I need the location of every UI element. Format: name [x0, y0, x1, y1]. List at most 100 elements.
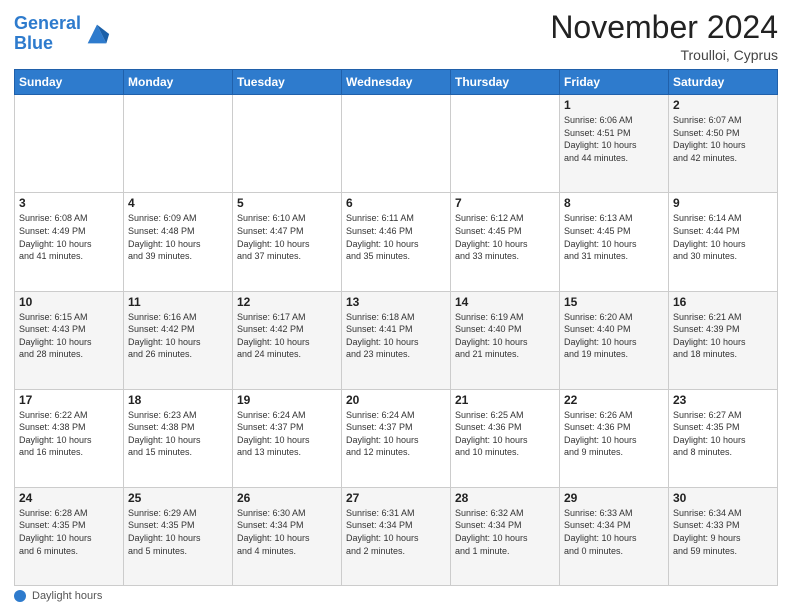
day-cell-1: 1 Sunrise: 6:06 AM Sunset: 4:51 PM Daylig… — [560, 95, 669, 193]
day-number: 25 — [128, 491, 228, 505]
col-header-thursday: Thursday — [451, 70, 560, 95]
day-info: Sunrise: 6:14 AM Sunset: 4:44 PM Dayligh… — [673, 212, 773, 262]
day-info: Sunrise: 6:17 AM Sunset: 4:42 PM Dayligh… — [237, 311, 337, 361]
day-number: 1 — [564, 98, 664, 112]
logo-blue: Blue — [14, 33, 53, 53]
day-number: 5 — [237, 196, 337, 210]
day-info: Sunrise: 6:27 AM Sunset: 4:35 PM Dayligh… — [673, 409, 773, 459]
day-info: Sunrise: 6:10 AM Sunset: 4:47 PM Dayligh… — [237, 212, 337, 262]
day-number: 27 — [346, 491, 446, 505]
day-number: 23 — [673, 393, 773, 407]
col-header-saturday: Saturday — [669, 70, 778, 95]
day-cell-21: 21Sunrise: 6:25 AM Sunset: 4:36 PM Dayli… — [451, 389, 560, 487]
day-info: Sunrise: 6:30 AM Sunset: 4:34 PM Dayligh… — [237, 507, 337, 557]
empty-cell — [124, 95, 233, 193]
month-title: November 2024 — [550, 10, 778, 45]
day-number: 26 — [237, 491, 337, 505]
day-cell-15: 15Sunrise: 6:20 AM Sunset: 4:40 PM Dayli… — [560, 291, 669, 389]
col-header-friday: Friday — [560, 70, 669, 95]
day-number: 3 — [19, 196, 119, 210]
day-cell-20: 20Sunrise: 6:24 AM Sunset: 4:37 PM Dayli… — [342, 389, 451, 487]
col-header-wednesday: Wednesday — [342, 70, 451, 95]
day-info: Sunrise: 6:09 AM Sunset: 4:48 PM Dayligh… — [128, 212, 228, 262]
col-header-sunday: Sunday — [15, 70, 124, 95]
empty-cell — [233, 95, 342, 193]
day-info: Sunrise: 6:26 AM Sunset: 4:36 PM Dayligh… — [564, 409, 664, 459]
day-number: 24 — [19, 491, 119, 505]
day-number: 6 — [346, 196, 446, 210]
empty-cell — [15, 95, 124, 193]
day-info: Sunrise: 6:13 AM Sunset: 4:45 PM Dayligh… — [564, 212, 664, 262]
day-cell-23: 23 Sunrise: 6:27 AM Sunset: 4:35 PM Dayli… — [669, 389, 778, 487]
header: General Blue November 2024 Troulloi, Cyp… — [14, 10, 778, 63]
day-number: 11 — [128, 295, 228, 309]
empty-cell — [342, 95, 451, 193]
week-row-2: 10 Sunrise: 6:15 AM Sunset: 4:43 PM Dayli… — [15, 291, 778, 389]
logo-text: General Blue — [14, 14, 81, 54]
day-cell-27: 27 Sunrise: 6:31 AM Sunset: 4:34 PM Dayli… — [342, 487, 451, 585]
day-info: Sunrise: 6:32 AM Sunset: 4:34 PM Dayligh… — [455, 507, 555, 557]
day-cell-17: 17 Sunrise: 6:22 AM Sunset: 4:38 PM Dayli… — [15, 389, 124, 487]
week-row-1: 3 Sunrise: 6:08 AM Sunset: 4:49 PM Daylig… — [15, 193, 778, 291]
col-header-monday: Monday — [124, 70, 233, 95]
footer: Daylight hours — [14, 590, 778, 602]
day-info: Sunrise: 6:08 AM Sunset: 4:49 PM Dayligh… — [19, 212, 119, 262]
day-number: 15 — [564, 295, 664, 309]
day-number: 18 — [128, 393, 228, 407]
day-cell-28: 28 Sunrise: 6:32 AM Sunset: 4:34 PM Dayli… — [451, 487, 560, 585]
week-row-0: 1 Sunrise: 6:06 AM Sunset: 4:51 PM Daylig… — [15, 95, 778, 193]
day-cell-12: 12Sunrise: 6:17 AM Sunset: 4:42 PM Dayli… — [233, 291, 342, 389]
day-info: Sunrise: 6:23 AM Sunset: 4:38 PM Dayligh… — [128, 409, 228, 459]
day-number: 16 — [673, 295, 773, 309]
day-cell-10: 10 Sunrise: 6:15 AM Sunset: 4:43 PM Dayli… — [15, 291, 124, 389]
day-info: Sunrise: 6:34 AM Sunset: 4:33 PM Dayligh… — [673, 507, 773, 557]
day-cell-3: 3 Sunrise: 6:08 AM Sunset: 4:49 PM Daylig… — [15, 193, 124, 291]
col-header-tuesday: Tuesday — [233, 70, 342, 95]
day-info: Sunrise: 6:16 AM Sunset: 4:42 PM Dayligh… — [128, 311, 228, 361]
logo-icon — [83, 20, 111, 48]
day-cell-16: 16Sunrise: 6:21 AM Sunset: 4:39 PM Dayli… — [669, 291, 778, 389]
day-cell-13: 13Sunrise: 6:18 AM Sunset: 4:41 PM Dayli… — [342, 291, 451, 389]
day-number: 21 — [455, 393, 555, 407]
logo: General Blue — [14, 14, 111, 54]
title-block: November 2024 Troulloi, Cyprus — [550, 10, 778, 63]
day-number: 10 — [19, 295, 119, 309]
day-cell-5: 5 Sunrise: 6:10 AM Sunset: 4:47 PM Daylig… — [233, 193, 342, 291]
day-info: Sunrise: 6:31 AM Sunset: 4:34 PM Dayligh… — [346, 507, 446, 557]
day-number: 29 — [564, 491, 664, 505]
day-number: 22 — [564, 393, 664, 407]
footer-dot — [14, 590, 26, 602]
day-info: Sunrise: 6:19 AM Sunset: 4:40 PM Dayligh… — [455, 311, 555, 361]
day-info: Sunrise: 6:12 AM Sunset: 4:45 PM Dayligh… — [455, 212, 555, 262]
day-cell-19: 19Sunrise: 6:24 AM Sunset: 4:37 PM Dayli… — [233, 389, 342, 487]
day-number: 30 — [673, 491, 773, 505]
day-cell-4: 4 Sunrise: 6:09 AM Sunset: 4:48 PM Daylig… — [124, 193, 233, 291]
day-number: 9 — [673, 196, 773, 210]
day-number: 28 — [455, 491, 555, 505]
day-cell-29: 29Sunrise: 6:33 AM Sunset: 4:34 PM Dayli… — [560, 487, 669, 585]
page: General Blue November 2024 Troulloi, Cyp… — [0, 0, 792, 612]
day-cell-14: 14Sunrise: 6:19 AM Sunset: 4:40 PM Dayli… — [451, 291, 560, 389]
day-cell-11: 11 Sunrise: 6:16 AM Sunset: 4:42 PM Dayli… — [124, 291, 233, 389]
logo-general: General — [14, 13, 81, 33]
calendar-header-row: SundayMondayTuesdayWednesdayThursdayFrid… — [15, 70, 778, 95]
day-cell-24: 24 Sunrise: 6:28 AM Sunset: 4:35 PM Dayli… — [15, 487, 124, 585]
day-cell-7: 7 Sunrise: 6:12 AM Sunset: 4:45 PM Daylig… — [451, 193, 560, 291]
day-cell-30: 30 Sunrise: 6:34 AM Sunset: 4:33 PM Dayli… — [669, 487, 778, 585]
day-info: Sunrise: 6:06 AM Sunset: 4:51 PM Dayligh… — [564, 114, 664, 164]
empty-cell — [451, 95, 560, 193]
week-row-3: 17 Sunrise: 6:22 AM Sunset: 4:38 PM Dayli… — [15, 389, 778, 487]
day-info: Sunrise: 6:24 AM Sunset: 4:37 PM Dayligh… — [346, 409, 446, 459]
day-number: 7 — [455, 196, 555, 210]
day-cell-22: 22 Sunrise: 6:26 AM Sunset: 4:36 PM Dayli… — [560, 389, 669, 487]
day-cell-6: 6Sunrise: 6:11 AM Sunset: 4:46 PM Daylig… — [342, 193, 451, 291]
location: Troulloi, Cyprus — [550, 47, 778, 63]
day-info: Sunrise: 6:28 AM Sunset: 4:35 PM Dayligh… — [19, 507, 119, 557]
daylight-label: Daylight hours — [32, 590, 102, 602]
day-number: 4 — [128, 196, 228, 210]
day-info: Sunrise: 6:15 AM Sunset: 4:43 PM Dayligh… — [19, 311, 119, 361]
day-info: Sunrise: 6:07 AM Sunset: 4:50 PM Dayligh… — [673, 114, 773, 164]
day-info: Sunrise: 6:29 AM Sunset: 4:35 PM Dayligh… — [128, 507, 228, 557]
day-info: Sunrise: 6:22 AM Sunset: 4:38 PM Dayligh… — [19, 409, 119, 459]
day-number: 17 — [19, 393, 119, 407]
